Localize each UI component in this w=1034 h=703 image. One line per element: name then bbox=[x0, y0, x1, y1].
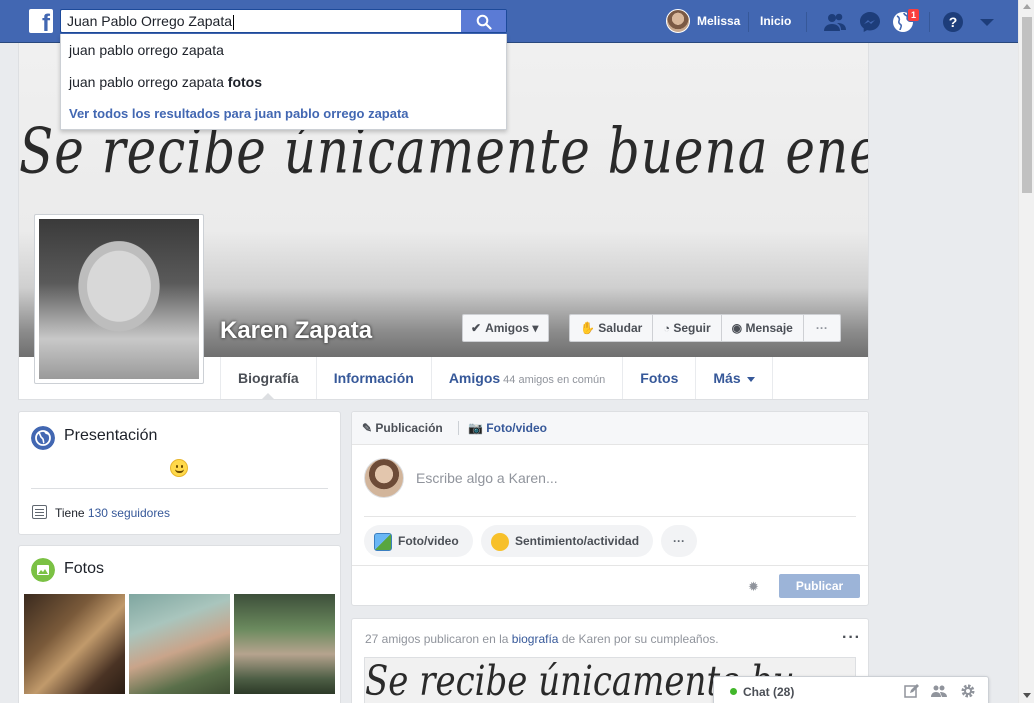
profile-picture[interactable] bbox=[34, 214, 204, 384]
user-name-link[interactable]: Melissa bbox=[697, 14, 740, 28]
chevron-down-icon: ▾ bbox=[532, 321, 539, 335]
composer-avatar bbox=[364, 458, 404, 498]
follow-button[interactable]: ◔ Seguir bbox=[653, 315, 722, 341]
home-link[interactable]: Inicio bbox=[760, 14, 791, 28]
photos-card: Fotos bbox=[18, 545, 341, 703]
chevron-down-icon bbox=[746, 376, 755, 382]
more-options-button[interactable]: ··· bbox=[661, 525, 697, 557]
svg-text:?: ? bbox=[949, 14, 958, 30]
divider bbox=[929, 12, 930, 32]
photo-icon bbox=[374, 532, 392, 551]
scrollbar-thumb[interactable] bbox=[1022, 17, 1032, 193]
wave-hand-icon: ✋ bbox=[580, 321, 595, 335]
search-button[interactable] bbox=[461, 9, 507, 33]
search-icon bbox=[476, 14, 492, 30]
divider bbox=[806, 12, 807, 32]
rss-icon: ◔ bbox=[663, 323, 670, 335]
tab-photos[interactable]: Fotos bbox=[622, 357, 695, 399]
chat-settings-gear-icon[interactable] bbox=[960, 683, 976, 699]
page-scrollbar[interactable] bbox=[1018, 0, 1034, 703]
photo-video-button[interactable]: Foto/video bbox=[364, 525, 473, 557]
wave-button[interactable]: ✋ Saludar bbox=[570, 315, 654, 341]
profile-name[interactable]: Karen Zapata bbox=[220, 317, 372, 345]
user-avatar[interactable] bbox=[666, 9, 690, 33]
photo-thumbnail[interactable] bbox=[234, 594, 335, 694]
birthday-post-text: 27 amigos publicaron en la biografía de … bbox=[365, 632, 719, 646]
new-message-icon[interactable] bbox=[904, 683, 920, 699]
followers-link[interactable]: 130 seguidores bbox=[88, 506, 170, 520]
intro-card: Presentación Tiene 130 seguidores bbox=[18, 411, 341, 535]
timeline-link[interactable]: biografía bbox=[512, 632, 559, 646]
create-group-icon[interactable] bbox=[931, 683, 947, 699]
tab-about[interactable]: Información bbox=[315, 357, 431, 399]
mutual-friends-count: 44 amigos en común bbox=[503, 374, 606, 386]
search-suggestions: juan pablo orrego zapata juan pablo orre… bbox=[60, 34, 507, 130]
message-button[interactable]: ◉ Mensaje bbox=[722, 315, 804, 341]
chat-label: Chat (28) bbox=[743, 685, 795, 699]
search-suggestion[interactable]: juan pablo orrego zapata bbox=[69, 42, 224, 58]
publish-button[interactable]: Publicar bbox=[779, 574, 860, 598]
tab-photo-video[interactable]: 📷 Foto/video bbox=[468, 421, 547, 435]
settings-gear-icon[interactable]: ✹ bbox=[748, 579, 759, 595]
messenger-icon[interactable] bbox=[858, 10, 882, 34]
divider bbox=[748, 12, 749, 32]
facebook-logo[interactable]: f bbox=[29, 9, 53, 36]
followers-text: Tiene 130 seguidores bbox=[55, 506, 170, 520]
photos-title: Fotos bbox=[64, 560, 105, 577]
photo-thumbnail[interactable] bbox=[129, 594, 230, 694]
search-suggestion[interactable]: juan pablo orrego zapata fotos bbox=[69, 74, 262, 90]
scroll-down-arrow-icon[interactable] bbox=[1023, 693, 1031, 698]
profile-actions: ✋ Saludar ◔ Seguir ◉ Mensaje ··· bbox=[569, 314, 841, 342]
messenger-icon: ◉ bbox=[731, 321, 743, 335]
tab-timeline[interactable]: Biografía bbox=[220, 357, 316, 399]
tab-more[interactable]: Más bbox=[695, 357, 771, 399]
account-menu-chevron-icon[interactable] bbox=[975, 10, 999, 34]
friend-requests-icon[interactable] bbox=[823, 10, 847, 34]
check-icon: ✔ bbox=[471, 321, 482, 335]
feeling-emoji-icon bbox=[491, 532, 509, 551]
chat-bar[interactable]: Chat (28) bbox=[713, 676, 989, 703]
online-status-dot bbox=[730, 688, 737, 695]
help-icon[interactable]: ? bbox=[941, 10, 965, 34]
scroll-up-arrow-icon[interactable] bbox=[1023, 4, 1031, 9]
composer-input[interactable]: Escribe algo a Karen... bbox=[416, 470, 558, 486]
photos-icon bbox=[31, 558, 55, 582]
smiley-emoji-icon bbox=[170, 459, 188, 477]
camera-icon: 📷 bbox=[468, 421, 483, 435]
globe-icon bbox=[31, 426, 55, 450]
followers-icon bbox=[32, 505, 47, 519]
notification-badge: 1 bbox=[907, 8, 920, 22]
tab-friends[interactable]: Amigos 44 amigos en común bbox=[430, 357, 622, 399]
photo-thumbnail[interactable] bbox=[24, 594, 125, 694]
search-input[interactable]: Juan Pablo Orrego Zapata bbox=[60, 9, 461, 33]
pencil-icon: ✎ bbox=[362, 421, 373, 435]
tab-post[interactable]: ✎ Publicación bbox=[362, 421, 443, 435]
see-all-results-link[interactable]: Ver todos los resultados para juan pablo… bbox=[69, 106, 409, 121]
more-options-button[interactable]: ··· bbox=[804, 315, 840, 341]
post-options-button[interactable]: ··· bbox=[842, 629, 861, 647]
feeling-activity-button[interactable]: Sentimiento/actividad bbox=[481, 525, 654, 557]
friends-button[interactable]: ✔ Amigos ▾ bbox=[462, 314, 550, 342]
profile-tabs: Biografía Información Amigos 44 amigos en… bbox=[220, 357, 773, 400]
post-composer: ✎ Publicación 📷 Foto/video Escribe algo … bbox=[351, 411, 869, 606]
intro-title: Presentación bbox=[64, 427, 158, 444]
search-input-value: Juan Pablo Orrego Zapata bbox=[67, 13, 232, 29]
